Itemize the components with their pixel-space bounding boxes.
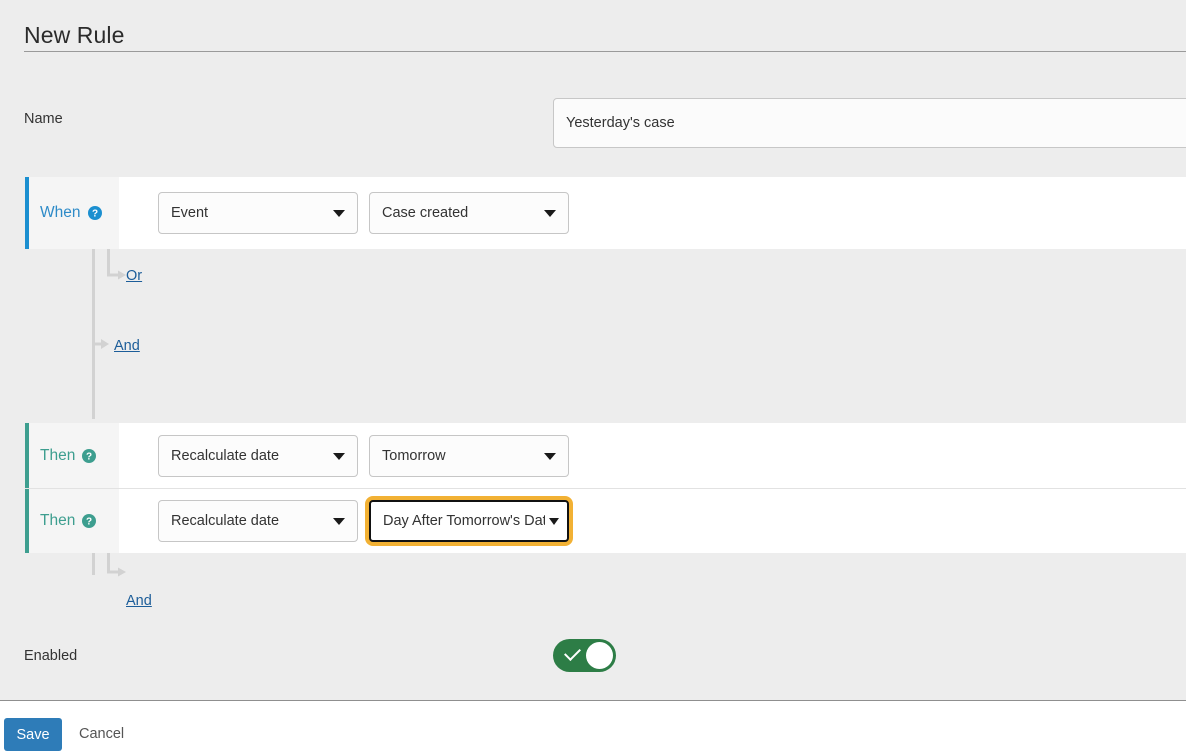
name-input[interactable] [553, 98, 1186, 148]
or-link[interactable]: Or [126, 268, 142, 284]
svg-text:?: ? [91, 209, 97, 220]
tree-arrow-and [92, 339, 109, 349]
help-circle-icon[interactable]: ? [82, 448, 97, 463]
rule-builder: When ? Event Case created Or And Then ? … [0, 158, 1186, 700]
action-value-select[interactable]: Tomorrow [369, 434, 569, 477]
then-label-cell: Then ? [29, 423, 119, 488]
action-type-select[interactable]: Recalculate date [158, 500, 358, 542]
action-value-select-value: Day After Tomorrow's Date [383, 513, 545, 529]
then-label-cell: Then ? [29, 489, 119, 553]
trigger-event-select-value: Case created [382, 205, 469, 221]
tree-vertical-bottom [92, 553, 95, 575]
when-controls: Event Case created [119, 177, 569, 249]
chevron-down-icon [544, 210, 556, 217]
chevron-down-icon [544, 452, 556, 460]
chevron-down-icon [333, 452, 345, 460]
chevron-down-icon [549, 518, 559, 525]
trigger-type-select[interactable]: Event [158, 192, 358, 234]
then-label: Then [40, 512, 76, 530]
when-label-cell: When ? [29, 177, 119, 249]
chevron-down-icon [333, 518, 345, 525]
name-row: Name [0, 54, 1186, 158]
page-title: New Rule [24, 22, 125, 48]
toggle-knob [586, 642, 613, 669]
check-icon [564, 644, 581, 661]
trigger-type-select-value: Event [171, 205, 209, 221]
then-2-controls: Recalculate date Day After Tomorrow's Da… [119, 489, 569, 553]
when-label: When [40, 204, 81, 222]
then-1-controls: Recalculate date Tomorrow [119, 423, 569, 488]
action-type-select[interactable]: Recalculate date [158, 434, 358, 477]
tree-arrow-and-bottom [107, 553, 126, 577]
and-link-bottom[interactable]: And [126, 593, 152, 609]
svg-text:?: ? [86, 517, 92, 528]
then-row-1: Then ? Recalculate date Tomorrow [25, 423, 1186, 488]
then-row-2: Then ? Recalculate date Day After Tomorr… [25, 488, 1186, 553]
svg-text:?: ? [86, 451, 92, 462]
action-value-select-value: Tomorrow [382, 447, 446, 464]
enabled-label: Enabled [24, 648, 78, 664]
and-link[interactable]: And [114, 338, 140, 354]
then-label: Then [40, 446, 76, 464]
help-circle-icon[interactable]: ? [82, 514, 97, 528]
action-value-select-focused[interactable]: Day After Tomorrow's Date [369, 500, 569, 542]
help-circle-icon[interactable]: ? [87, 206, 102, 220]
action-type-select-value: Recalculate date [171, 513, 280, 529]
tree-vertical-main [92, 249, 95, 419]
chevron-down-icon [333, 210, 345, 217]
page-header: New Rule [0, 0, 1186, 54]
enabled-toggle[interactable] [553, 639, 616, 672]
name-label: Name [24, 111, 63, 127]
save-button[interactable]: Save [4, 718, 62, 751]
header-divider [24, 51, 1186, 52]
action-type-select-value: Recalculate date [171, 447, 280, 464]
cancel-button[interactable]: Cancel [79, 726, 124, 742]
when-row: When ? Event Case created [25, 177, 1186, 249]
footer-bar: Save Cancel [0, 701, 1186, 755]
trigger-event-select[interactable]: Case created [369, 192, 569, 234]
